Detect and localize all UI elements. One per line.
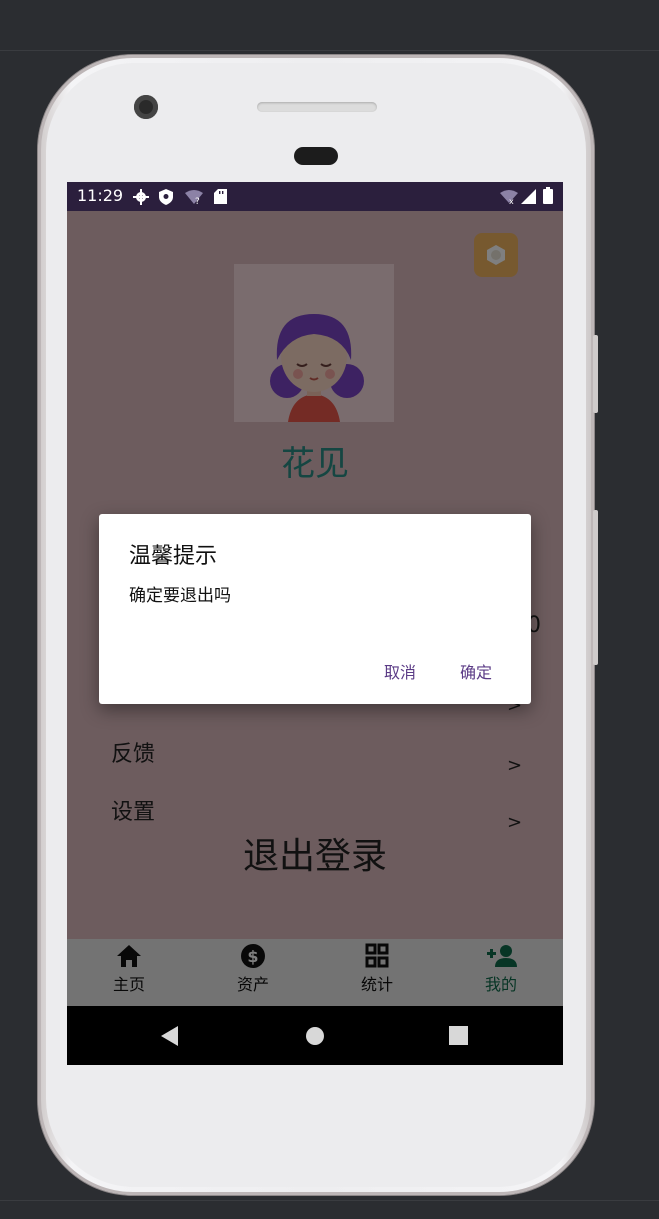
- signal-icon: [521, 189, 536, 208]
- cancel-button[interactable]: 取消: [384, 659, 416, 683]
- svg-text:x: x: [509, 197, 514, 204]
- status-time: 11:29: [77, 186, 124, 205]
- confirm-button[interactable]: 确定: [460, 659, 492, 683]
- home-circle-icon[interactable]: [305, 1026, 325, 1050]
- dialog-title: 温馨提示: [129, 544, 218, 569]
- svg-text:?: ?: [195, 197, 200, 205]
- gear-icon: [133, 189, 149, 209]
- recents-square-icon[interactable]: [449, 1026, 468, 1049]
- sd-card-icon: [214, 189, 227, 208]
- logout-confirm-dialog: 温馨提示 确定要退出吗 取消 确定: [99, 514, 531, 704]
- ide-bottom-strip: [0, 1200, 659, 1219]
- front-camera: [134, 95, 158, 119]
- proximity-sensor: [294, 147, 338, 165]
- battery-icon: [543, 187, 553, 208]
- wifi-question-icon: ?: [184, 189, 204, 209]
- dialog-message: 确定要退出吗: [129, 586, 231, 606]
- earpiece-speaker: [257, 102, 377, 112]
- status-bar: 11:29 ? x: [67, 182, 563, 211]
- shield-icon: [159, 189, 173, 209]
- ide-top-strip: [0, 0, 659, 51]
- device-screen: 11:29 ? x 温馨提示 确定要退出吗 取消 确定: [67, 182, 563, 1065]
- wifi-off-icon: x: [500, 189, 518, 208]
- volume-button[interactable]: [593, 510, 598, 665]
- power-button[interactable]: [593, 335, 598, 413]
- system-navigation-bar: [67, 1006, 563, 1065]
- back-icon[interactable]: [160, 1025, 180, 1051]
